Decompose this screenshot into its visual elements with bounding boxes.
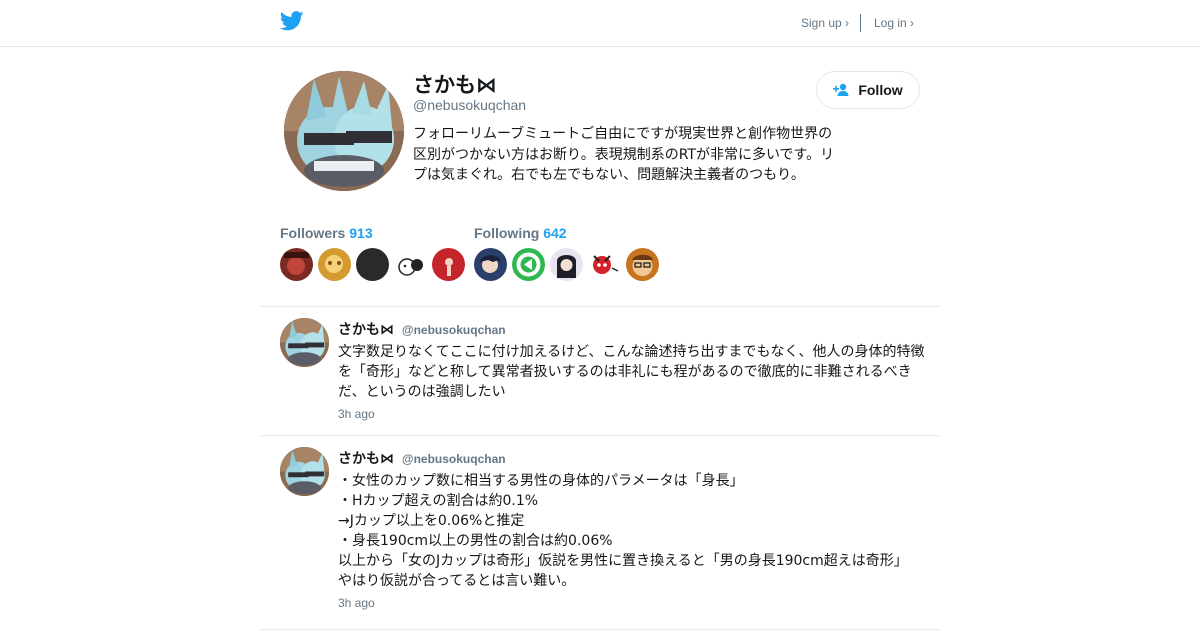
followers-label: Followers — [280, 225, 346, 241]
login-link[interactable]: Log in › — [874, 16, 914, 30]
tweet-author[interactable]: さかも⋈ @nebusokuqchan — [338, 319, 506, 339]
following-label: Following — [474, 225, 540, 241]
following-avatar[interactable] — [512, 248, 545, 281]
top-bar: Sign up › Log in › — [0, 0, 1200, 47]
following-avatar[interactable] — [626, 248, 659, 281]
tweet-text: 文字数足りなくてここに付け加えるけど、こんな論述持ち出すまでもなく、他人の身体的… — [338, 344, 925, 400]
following-avatar[interactable] — [550, 248, 583, 281]
follower-avatar[interactable] — [432, 248, 465, 281]
following-stat[interactable]: Following 642 — [474, 225, 567, 241]
tweet-timestamp[interactable]: 3h ago — [338, 596, 375, 610]
followers-count: 913 — [349, 225, 373, 241]
signup-link[interactable]: Sign up › — [801, 16, 849, 30]
followers-stat[interactable]: Followers 913 — [280, 225, 373, 241]
following-avatar[interactable] — [588, 248, 621, 281]
tweet-display-name: さかも⋈ — [338, 451, 394, 467]
tweet-timestamp[interactable]: 3h ago — [338, 407, 375, 421]
tweet-handle: @nebusokuqchan — [401, 452, 506, 466]
profile-card: さかも⋈ @nebusokuqchan フォローリムーブミュートご自由にですが現… — [260, 47, 940, 307]
tweet-text: ・女性のカップ数に相当する男性の身体的パラメータは「身長」 ・Hカップ超えの割合… — [338, 473, 908, 589]
profile-avatar[interactable] — [284, 71, 404, 191]
follow-button-label: Follow — [858, 82, 903, 98]
tweet-avatar[interactable] — [280, 318, 329, 367]
tweet-handle: @nebusokuqchan — [401, 323, 506, 337]
tweet-avatar[interactable] — [280, 447, 329, 496]
profile-screen-name[interactable]: @nebusokuqchan — [413, 97, 526, 113]
tweet-item[interactable]: さかも⋈ @nebusokuqchan 文字数足りなくてここに付け加えるけど、こ… — [260, 307, 940, 436]
tweet-item[interactable]: さかも⋈ @nebusokuqchan ・女性のカップ数に相当する男性の身体的パ… — [260, 436, 940, 630]
twitter-bird-icon[interactable] — [280, 11, 304, 31]
follower-avatar[interactable] — [318, 248, 351, 281]
profile-bio: フォローリムーブミュートご自由にですが現実世界と創作物世界の区別がつかない方はお… — [413, 126, 835, 183]
tweet-author[interactable]: さかも⋈ @nebusokuqchan — [338, 448, 506, 468]
follower-avatar[interactable] — [280, 248, 313, 281]
following-avatar[interactable] — [474, 248, 507, 281]
follow-button[interactable]: Follow — [816, 71, 920, 109]
following-count: 642 — [543, 225, 567, 241]
nav-divider — [860, 14, 861, 32]
add-user-icon — [833, 83, 849, 96]
tweet-display-name: さかも⋈ — [338, 322, 394, 338]
follower-avatar[interactable] — [394, 248, 427, 281]
avatar-image — [284, 71, 404, 191]
profile-display-name: さかも⋈ — [413, 73, 497, 97]
follower-avatar[interactable] — [356, 248, 389, 281]
